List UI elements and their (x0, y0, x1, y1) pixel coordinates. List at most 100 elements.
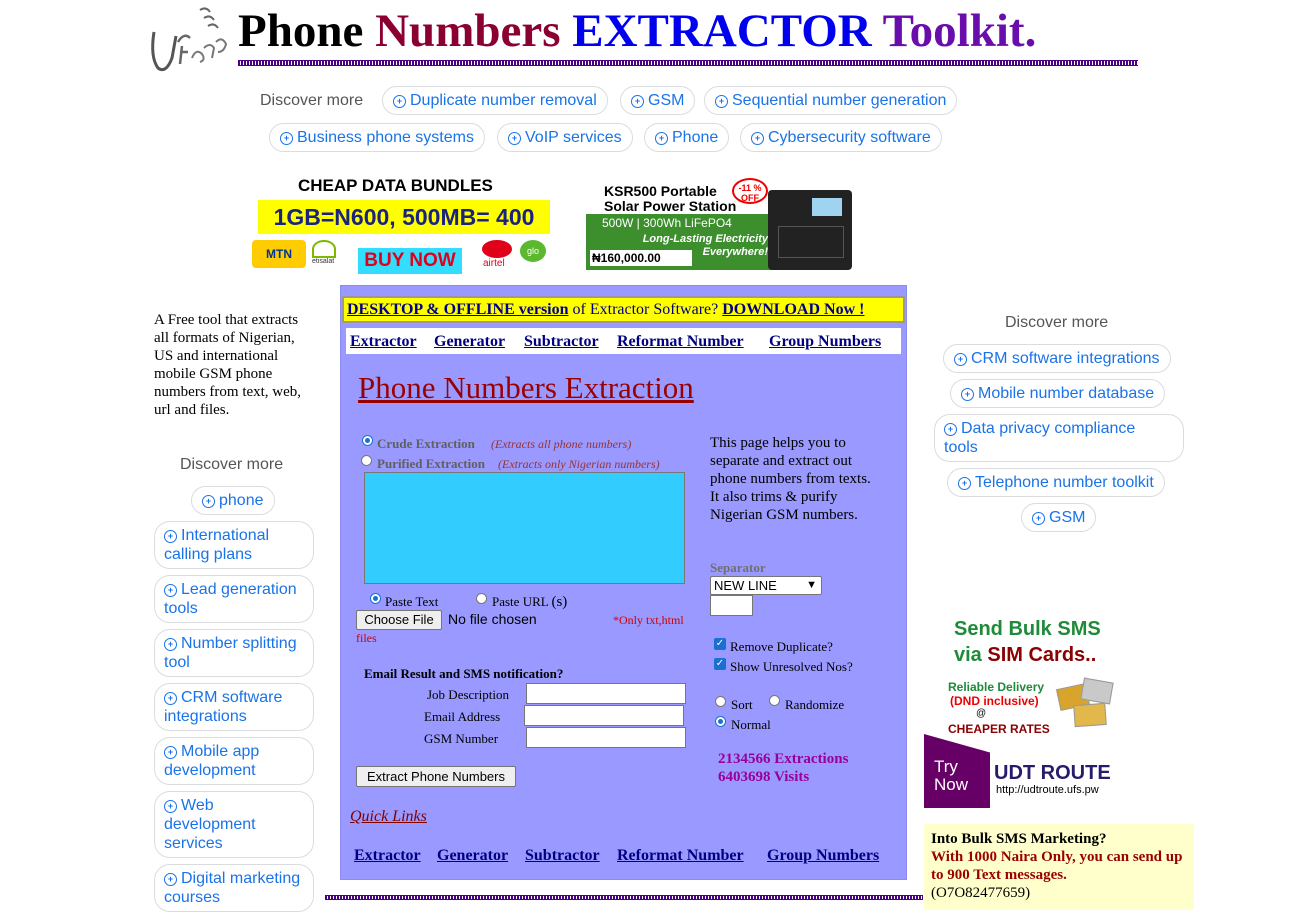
chip-web-development-services[interactable]: + Web development services (154, 791, 314, 858)
chip-digital-marketing-courses[interactable]: + Digital marketing courses (154, 864, 314, 912)
solar-spec: 500W | 300Wh LiFePO4 (602, 216, 732, 230)
plus-icon: + (164, 800, 177, 813)
top-nav: Extractor Generator Subtractor Reformat … (346, 328, 901, 354)
chip-voip-services[interactable]: + VoIP services (497, 123, 633, 152)
chip-phone-left[interactable]: + phone (191, 486, 275, 515)
chip-mobile-number-database[interactable]: + Mobile number database (950, 379, 1166, 408)
purified-extraction-radio[interactable] (361, 455, 372, 466)
paste-url-radio[interactable] (476, 593, 487, 604)
chip-gsm[interactable]: + GSM (620, 86, 696, 115)
bottom-nav-subtractor[interactable]: Subtractor (525, 847, 600, 865)
paste-text-radio[interactable] (370, 593, 381, 604)
bottom-nav-extractor[interactable]: Extractor (354, 847, 421, 865)
chip-crm-software-integrations-left[interactable]: + CRM software integrations (154, 683, 314, 731)
sort-label: Sort (731, 697, 753, 712)
separator-select[interactable]: NEW LINE ▼ (710, 576, 822, 595)
plus-icon: + (280, 132, 293, 145)
sort-radio[interactable] (715, 696, 726, 707)
discount-off: OFF (741, 193, 759, 203)
input-textarea[interactable] (364, 472, 685, 584)
chip-label: Phone (672, 129, 719, 146)
title-phone: Phone (238, 5, 364, 57)
nav-generator[interactable]: Generator (434, 333, 505, 351)
randomize-radio[interactable] (769, 695, 780, 706)
buy-now-button[interactable]: BUY NOW (358, 248, 462, 274)
choose-file-button[interactable]: Choose File (356, 610, 442, 630)
extract-phone-numbers-button[interactable]: Extract Phone Numbers (356, 766, 516, 787)
chip-telephone-number-toolkit[interactable]: + Telephone number toolkit (947, 468, 1165, 497)
sms-ad-at: @ (976, 708, 987, 719)
chip-phone[interactable]: + Phone (644, 123, 730, 152)
bulk-sms-ad[interactable]: Send Bulk SMS via SIM Cards.. Reliable D… (924, 612, 1134, 808)
chip-label: Telephone number toolkit (975, 474, 1154, 491)
crude-extraction-radio[interactable] (362, 435, 373, 446)
quick-links[interactable]: Quick Links (350, 808, 427, 826)
airtel-icon (482, 240, 512, 258)
chip-label: Number splitting tool (164, 635, 297, 671)
plus-icon: + (508, 132, 521, 145)
plus-icon: + (164, 873, 177, 886)
chip-label: Duplicate number removal (410, 92, 597, 109)
show-unresolved-checkbox[interactable]: ✓ (714, 658, 726, 670)
nav-extractor[interactable]: Extractor (350, 333, 417, 351)
desktop-version-link[interactable]: DESKTOP & OFFLINE version (347, 301, 569, 318)
station-screen (812, 198, 842, 216)
purified-extraction-note: (Extracts only Nigerian numbers) (498, 457, 660, 471)
chip-business-phone-systems[interactable]: + Business phone systems (269, 123, 485, 152)
data-bundle-ad[interactable]: CHEAP DATA BUNDLES 1GB=N600, 500MB= 400 … (250, 176, 560, 276)
chip-crm-software-integrations-right[interactable]: + CRM software integrations (943, 344, 1171, 373)
ufames-logo (151, 7, 228, 72)
bottom-nav-group-numbers[interactable]: Group Numbers (767, 847, 879, 865)
gsm-number-input[interactable] (526, 727, 686, 748)
section-heading: Phone Numbers Extraction (358, 370, 694, 405)
chevron-down-icon: ▼ (806, 579, 817, 591)
chip-mobile-app-development[interactable]: + Mobile app development (154, 737, 314, 785)
remove-duplicate-checkbox[interactable]: ✓ (714, 638, 726, 650)
chip-gsm-right[interactable]: + GSM (1021, 503, 1097, 532)
discover-label-right: Discover more (1005, 314, 1109, 331)
crude-extraction-label: Crude Extraction (377, 436, 475, 451)
chip-sequential-number-generation[interactable]: + Sequential number generation (704, 86, 958, 115)
discount-value: -11 % (738, 183, 762, 193)
job-description-input[interactable] (526, 683, 686, 704)
nav-reformat-number[interactable]: Reformat Number (617, 333, 744, 351)
bulk-sms-promo: Into Bulk SMS Marketing? With 1000 Naira… (924, 824, 1194, 910)
plus-icon: + (751, 132, 764, 145)
purified-extraction-label: Purified Extraction (377, 456, 485, 471)
paste-text-label: Paste Text (385, 594, 439, 609)
download-now-link[interactable]: DOWNLOAD Now ! (722, 301, 864, 318)
chip-duplicate-number-removal[interactable]: + Duplicate number removal (382, 86, 608, 115)
extractions-count: 2134566 Extractions (718, 751, 849, 767)
nav-subtractor[interactable]: Subtractor (524, 333, 599, 351)
solar-power-ad[interactable]: KSR500 Portable Solar Power Station -11 … (586, 176, 856, 276)
solar-title-line2: Solar Power Station (604, 198, 737, 214)
chip-international-calling-plans[interactable]: + International calling plans (154, 521, 314, 569)
tool-description: A Free tool that extracts all formats of… (154, 312, 302, 418)
email-address-input[interactable] (524, 705, 684, 726)
email-address-label: Email Address (424, 709, 501, 724)
plus-icon: + (164, 746, 177, 759)
solar-tagline-1: Long-Lasting Electricity (642, 233, 768, 245)
download-banner[interactable]: DESKTOP & OFFLINE version of Extractor S… (342, 296, 905, 323)
chip-data-privacy-compliance-tools[interactable]: + Data privacy compliance tools (934, 414, 1184, 462)
chip-label: Mobile number database (978, 385, 1155, 402)
bottom-nav-reformat-number[interactable]: Reformat Number (617, 847, 744, 865)
normal-radio[interactable] (715, 716, 726, 727)
plus-icon: + (202, 495, 215, 508)
discount-badge: -11 % OFF (732, 178, 768, 204)
paste-url-label: Paste URL (s) (492, 594, 567, 611)
email-heading: Email Result and SMS notification? (364, 666, 564, 681)
bottom-nav-generator[interactable]: Generator (437, 847, 508, 865)
separator-input[interactable] (710, 595, 753, 616)
separator-value: NEW LINE (714, 578, 777, 593)
nav-group-numbers[interactable]: Group Numbers (769, 333, 881, 351)
chip-label: Cybersecurity software (768, 129, 931, 146)
sms-ad-cheaper: CHEAPER RATES (948, 722, 1050, 736)
no-file-chosen: No file chosen (448, 611, 537, 627)
ad-headline: CHEAP DATA BUNDLES (298, 176, 493, 195)
chip-lead-generation-tools[interactable]: + Lead generation tools (154, 575, 314, 623)
chip-cybersecurity-software[interactable]: + Cybersecurity software (740, 123, 942, 152)
chip-label: CRM software integrations (164, 689, 283, 725)
chip-number-splitting-tool[interactable]: + Number splitting tool (154, 629, 314, 677)
station-panel (778, 226, 844, 258)
